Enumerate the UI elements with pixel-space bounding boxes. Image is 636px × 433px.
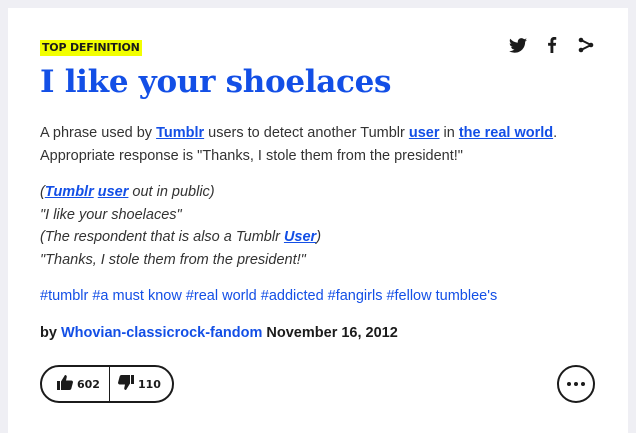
top-definition-badge: TOP DEFINITION xyxy=(40,40,142,56)
example-text: ) xyxy=(316,229,322,245)
meaning-text: A phrase used by xyxy=(40,125,157,141)
by-label: by xyxy=(40,325,61,341)
definition-card: TOP DEFINITION I like your shoelaces A p… xyxy=(8,8,628,433)
example-line-2: "I like your shoelaces" xyxy=(40,206,182,223)
tag-link[interactable]: #fellow tumblee's xyxy=(386,288,497,304)
link-user[interactable]: user xyxy=(409,125,440,141)
more-icon xyxy=(581,382,585,386)
example-link-tumblr[interactable]: Tumblr xyxy=(45,184,94,200)
post-date: November 16, 2012 xyxy=(262,325,398,341)
example: (Tumblr user out in public) "I like your… xyxy=(40,181,600,271)
meaning-line-2: Appropriate response is "Thanks, I stole… xyxy=(40,148,463,164)
example-line-4: "Thanks, I stole them from the president… xyxy=(40,251,306,268)
meaning: A phrase used by Tumblr users to detect … xyxy=(40,122,600,168)
upvote-button[interactable]: 602 xyxy=(42,367,109,401)
twitter-icon[interactable] xyxy=(508,35,528,55)
example-link-user-cap[interactable]: User xyxy=(284,229,316,245)
facebook-icon[interactable] xyxy=(542,35,562,55)
example-text: (The respondent that is also a Tumblr xyxy=(40,229,284,245)
share-icon[interactable] xyxy=(576,35,596,55)
tag-link[interactable]: #addicted xyxy=(261,288,324,304)
share-bar xyxy=(508,35,596,55)
word-title[interactable]: I like your shoelaces xyxy=(40,62,392,102)
upvote-count: 602 xyxy=(77,377,100,391)
vote-buttons: 602 110 xyxy=(40,365,174,403)
meaning-text: in xyxy=(439,125,459,141)
more-icon xyxy=(574,382,578,386)
more-icon xyxy=(567,382,571,386)
link-tumblr[interactable]: Tumblr xyxy=(156,125,204,141)
tag-link[interactable]: #a must know xyxy=(92,288,181,304)
example-text: out in public) xyxy=(128,184,215,200)
contributor: by Whovian-classicrock-fandom November 1… xyxy=(40,325,398,341)
thumbs-up-icon xyxy=(57,375,73,393)
tag-link[interactable]: #real world xyxy=(186,288,257,304)
meaning-text: . xyxy=(553,125,558,141)
downvote-count: 110 xyxy=(138,377,161,391)
more-options-button[interactable] xyxy=(557,365,595,403)
example-link-user[interactable]: user xyxy=(98,184,129,200)
thumbs-down-icon xyxy=(118,375,134,393)
tags: #tumblr #a must know #real world #addict… xyxy=(40,288,497,304)
author-link[interactable]: Whovian-classicrock-fandom xyxy=(61,325,262,341)
tag-link[interactable]: #tumblr xyxy=(40,288,88,304)
tag-link[interactable]: #fangirls xyxy=(328,288,383,304)
downvote-button[interactable]: 110 xyxy=(110,367,161,401)
meaning-text: users to detect another Tumblr xyxy=(204,125,409,141)
link-the-real-world[interactable]: the real world xyxy=(459,125,553,141)
